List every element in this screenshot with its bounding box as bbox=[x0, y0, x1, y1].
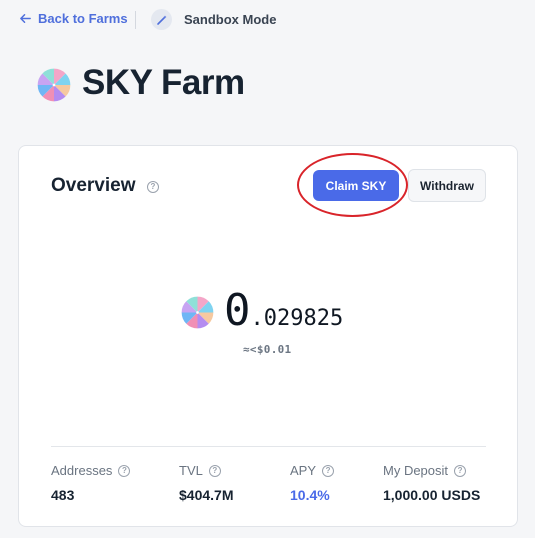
stats-divider bbox=[51, 446, 486, 447]
overview-card: Overview ? Claim SKY Withdraw 0 .029825 … bbox=[18, 145, 518, 527]
help-icon[interactable]: ? bbox=[147, 181, 159, 193]
stat-value: 483 bbox=[51, 487, 75, 503]
stat-label: My Deposit bbox=[383, 463, 449, 478]
stat-label: Addresses bbox=[51, 463, 113, 478]
help-icon[interactable]: ? bbox=[322, 464, 335, 477]
stat-value: 10.4% bbox=[290, 487, 330, 503]
stat-value: 1,000.00 USDS bbox=[383, 487, 481, 503]
overview-title: Overview bbox=[51, 175, 136, 196]
withdraw-button[interactable]: Withdraw bbox=[408, 169, 486, 202]
nav-divider bbox=[135, 11, 136, 29]
stat-value: $404.7M bbox=[179, 487, 234, 503]
stat-my-deposit: My Deposit ? 1,000.00 USDS bbox=[383, 463, 480, 503]
claim-sky-button[interactable]: Claim SKY bbox=[313, 170, 399, 201]
wand-icon bbox=[151, 9, 172, 30]
help-icon[interactable]: ? bbox=[454, 464, 467, 477]
top-nav: Back to Farms Sandbox Mode bbox=[0, 0, 535, 40]
stat-label: APY bbox=[290, 463, 317, 478]
page-title: SKY Farm bbox=[82, 63, 245, 102]
back-to-farms-link[interactable]: Back to Farms bbox=[19, 11, 128, 26]
reward-amount: 0 .029825 bbox=[224, 289, 343, 333]
sky-pinwheel-icon bbox=[37, 68, 71, 102]
help-icon[interactable]: ? bbox=[208, 464, 221, 477]
stat-apy: APY ? 10.4% bbox=[290, 463, 335, 503]
back-link-label: Back to Farms bbox=[38, 11, 128, 26]
sky-token-icon bbox=[181, 296, 214, 329]
reward-usd-text: ≈<$0.01 bbox=[243, 343, 292, 356]
arrow-left-icon bbox=[20, 14, 31, 23]
stat-tvl: TVL ? $404.7M bbox=[179, 463, 233, 503]
stat-label: TVL bbox=[179, 463, 203, 478]
reward-decimal: .029825 bbox=[250, 306, 344, 331]
sandbox-mode-label: Sandbox Mode bbox=[184, 12, 277, 27]
help-icon[interactable]: ? bbox=[118, 464, 131, 477]
stat-addresses: Addresses ? 483 bbox=[51, 463, 131, 503]
reward-integer: 0 bbox=[224, 285, 251, 336]
